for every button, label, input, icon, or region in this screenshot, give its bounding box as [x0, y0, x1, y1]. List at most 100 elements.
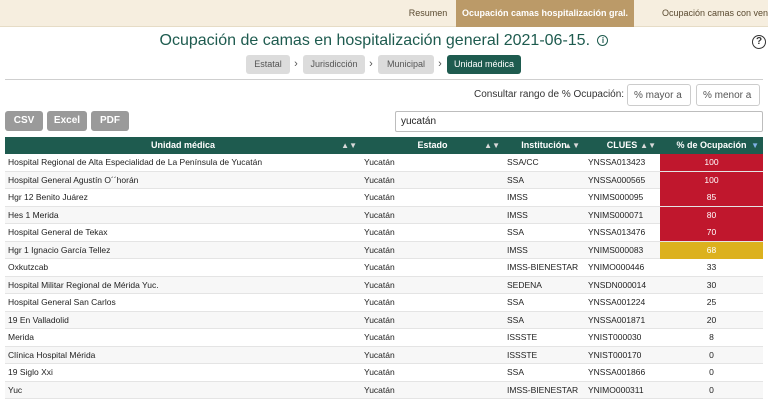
cell-institucion: IMSS: [507, 192, 528, 202]
cell-institucion: IMSS-BIENESTAR: [507, 262, 579, 272]
cell-institucion: SSA: [507, 314, 525, 325]
cell-unidad-medica: 19 En Valladolid: [8, 314, 69, 325]
cell-estado: Yucatán: [364, 227, 395, 237]
cell-unidad-medica: Hospital Militar Regional de Mérida Yuc.: [8, 279, 159, 290]
cell-estado: Yucatán: [364, 314, 395, 325]
cell-clues: YNIMS000083: [588, 244, 644, 255]
breadcrumb-unidad-medica[interactable]: Unidad médica: [447, 55, 521, 74]
cell-estado: Yucatán: [364, 332, 395, 342]
cell-unidad-medica: Merida: [8, 332, 34, 342]
cell-ocupacion: 68: [660, 241, 763, 259]
sort-icon: ▲▼: [640, 141, 656, 150]
cell-clues: YNSSA013476: [588, 227, 646, 237]
table-row[interactable]: Hospital General Agustín O´´horán Yucatán…: [5, 171, 763, 189]
cell-clues: YNIMO000311: [588, 384, 644, 395]
table-row[interactable]: 19 Siglo Xxi Yucatán SSA YNSSA001866 0: [5, 364, 763, 382]
top-tab-bar: Resumen Ocupación camas hospitalización …: [0, 0, 768, 27]
cell-institucion: SSA: [507, 227, 525, 237]
cell-unidad-medica: Hgr 1 Ignacio García Tellez: [8, 244, 111, 255]
tab-ocupacion-ventilador[interactable]: Ocupación camas con venti: [662, 0, 768, 27]
cell-estado: Yucatán: [364, 297, 395, 307]
cell-estado: Yucatán: [364, 262, 395, 272]
cell-clues: YNSSA001224: [588, 297, 646, 307]
cell-clues: YNIMS000071: [588, 209, 644, 220]
cell-ocupacion: 0: [709, 349, 714, 360]
page-title: Ocupación de camas en hospitalización ge…: [159, 32, 591, 49]
column-header-ocupacion[interactable]: % de Ocupación ▼: [660, 137, 763, 154]
page-title-row: Ocupación de camas en hospitalización ge…: [0, 30, 768, 52]
cell-institucion: IMSS-BIENESTAR: [507, 384, 579, 395]
cell-clues: YNSDN000014: [588, 279, 647, 290]
table-body: Hospital Regional de Alta Especialidad d…: [5, 154, 763, 399]
cell-ocupacion: 0: [709, 367, 714, 377]
cell-unidad-medica: Oxkutzcab: [8, 262, 49, 272]
breadcrumb-municipal[interactable]: Municipal: [378, 55, 434, 74]
cell-unidad-medica: Hospital Regional de Alta Especialidad d…: [8, 157, 263, 167]
cell-estado: Yucatán: [364, 192, 395, 202]
table-header: Unidad médica ▲▼ Estado ▲▼ Institución ▲▼ C…: [5, 137, 763, 154]
column-header-institucion[interactable]: Institución ▲▼: [504, 137, 584, 154]
column-header-estado[interactable]: Estado ▲▼: [361, 137, 504, 154]
breadcrumb-jurisdiccion[interactable]: Jurisdicción: [303, 55, 365, 74]
occupancy-max-input[interactable]: [696, 84, 760, 106]
cell-clues: YNSSA013423: [588, 157, 646, 167]
cell-institucion: SSA: [507, 297, 525, 307]
table-row[interactable]: Hgr 1 Ignacio García Tellez Yucatán IMSS YN…: [5, 241, 763, 259]
column-header-unidad[interactable]: Unidad médica ▲▼: [5, 137, 361, 154]
cell-ocupacion: 8: [709, 332, 714, 342]
cell-ocupacion: 85: [660, 189, 763, 206]
info-icon[interactable]: i: [597, 35, 609, 46]
occupancy-min-input[interactable]: [627, 84, 691, 106]
chevron-right-icon: ›: [438, 58, 442, 70]
table-row[interactable]: Hospital General San Carlos Yucatán SSA YNS…: [5, 294, 763, 312]
cell-clues: YNSSA000565: [588, 174, 646, 185]
table-row[interactable]: Hgr 12 Benito Juárez Yucatán IMSS YNIMS0000…: [5, 189, 763, 207]
cell-estado: Yucatán: [364, 367, 395, 377]
cell-ocupacion: 33: [706, 262, 717, 272]
cell-ocupacion: 70: [660, 224, 763, 241]
search-input[interactable]: [395, 111, 763, 132]
cell-clues: YNIMO000446: [588, 262, 645, 272]
table-row[interactable]: Hospital Regional de Alta Especialidad d…: [5, 154, 763, 172]
range-label: Consultar rango de % Ocupación:: [474, 89, 625, 100]
cell-estado: Yucatán: [364, 384, 395, 395]
cell-institucion: IMSS: [507, 209, 528, 220]
table-row[interactable]: 19 En Valladolid Yucatán SSA YNSSA001871 20: [5, 311, 763, 329]
chevron-right-icon: ›: [369, 58, 373, 70]
sort-desc-icon: ▼: [751, 141, 759, 150]
cell-unidad-medica: Hospital General Agustín O´´horán: [8, 174, 139, 185]
cell-ocupacion: 100: [660, 154, 763, 171]
cell-institucion: SSA: [507, 367, 525, 377]
excel-button[interactable]: Excel: [47, 111, 87, 131]
pdf-button[interactable]: PDF: [91, 111, 129, 131]
table-row[interactable]: Oxkutzcab Yucatán IMSS-BIENESTAR YNIMO00044…: [5, 259, 763, 277]
cell-estado: Yucatán: [364, 174, 395, 185]
sort-icon: ▲▼: [564, 141, 580, 150]
table-row[interactable]: Hospital General de Tekax Yucatán SSA YNSSA…: [5, 224, 763, 242]
cell-unidad-medica: 19 Siglo Xxi: [8, 367, 53, 377]
cell-estado: Yucatán: [364, 349, 395, 360]
table-row[interactable]: Yuc Yucatán IMSS-BIENESTAR YNIMO000311 0: [5, 381, 763, 399]
cell-clues: YNIST000170: [588, 349, 642, 360]
breadcrumb-estatal[interactable]: Estatal: [246, 55, 290, 74]
cell-unidad-medica: Yuc: [8, 384, 23, 395]
cell-institucion: SEDENA: [507, 279, 542, 290]
tab-resumen[interactable]: Resumen: [400, 0, 456, 27]
csv-button[interactable]: CSV: [5, 111, 43, 131]
help-icon[interactable]: ?: [752, 35, 766, 49]
table-row[interactable]: Hospital Militar Regional de Mérida Yuc.…: [5, 276, 763, 294]
cell-estado: Yucatán: [364, 209, 395, 220]
cell-estado: Yucatán: [364, 279, 395, 290]
cell-ocupacion: 30: [706, 279, 717, 290]
table-row[interactable]: Merida Yucatán ISSSTE YNIST000030 8: [5, 329, 763, 347]
cell-estado: Yucatán: [364, 244, 395, 255]
cell-estado: Yucatán: [364, 157, 395, 167]
table-row[interactable]: Clínica Hospital Mérida Yucatán ISSSTE YNIS…: [5, 346, 763, 364]
column-header-clues[interactable]: CLUES ▲▼: [584, 137, 660, 154]
table-row[interactable]: Hes 1 Merida Yucatán IMSS YNIMS000071 80: [5, 206, 763, 224]
divider: [5, 79, 763, 80]
chevron-right-icon: ›: [294, 58, 298, 70]
cell-unidad-medica: Hgr 12 Benito Juárez: [8, 192, 88, 202]
cell-unidad-medica: Clínica Hospital Mérida: [8, 349, 96, 360]
tab-ocupacion-hospitalizacion[interactable]: Ocupación camas hospitalización gral.: [456, 0, 634, 27]
